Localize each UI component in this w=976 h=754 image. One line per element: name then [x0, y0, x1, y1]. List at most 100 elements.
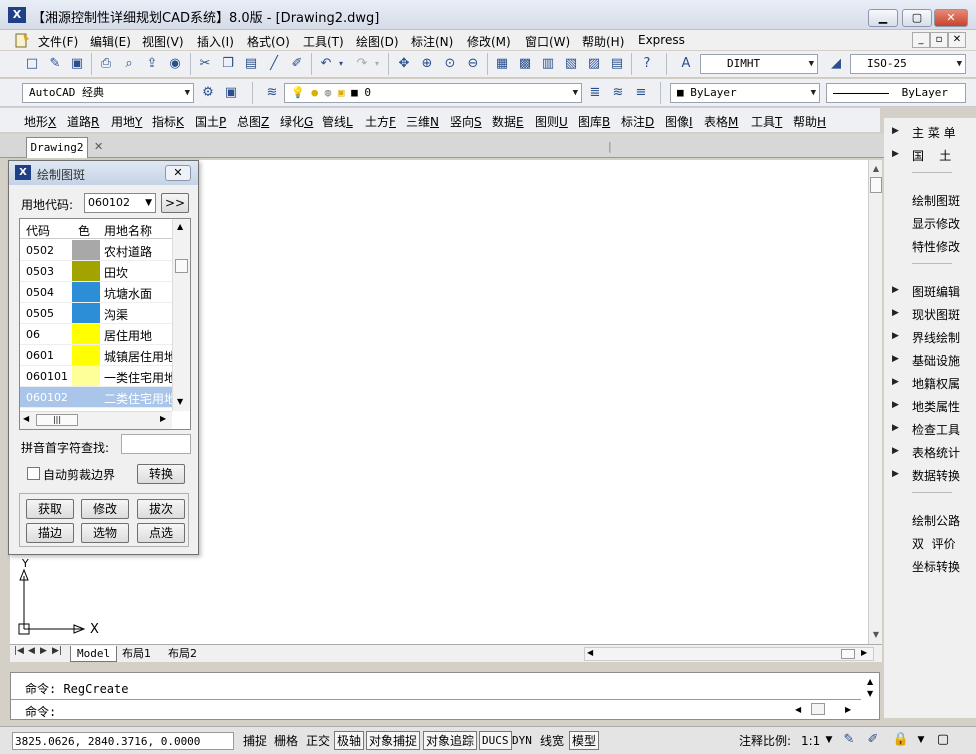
- prev-layout-icon[interactable]: ◀: [28, 646, 35, 656]
- tool-palettes-icon[interactable]: ▥: [538, 54, 558, 74]
- block-editor-icon[interactable]: ✐: [287, 54, 307, 74]
- zoom-previous-icon[interactable]: ⊖: [463, 54, 483, 74]
- paste-icon[interactable]: ▤: [241, 54, 261, 74]
- status-toggle-6[interactable]: DUCS: [479, 731, 512, 750]
- cmd-scroll-down-icon[interactable]: ▼: [867, 689, 873, 698]
- outline-button[interactable]: 描边: [26, 523, 74, 543]
- text-style-icon[interactable]: A: [676, 54, 696, 74]
- scroll-down-icon[interactable]: ▼: [869, 628, 883, 642]
- command-4[interactable]: 国土P: [195, 113, 226, 130]
- sheet-set-icon[interactable]: ▧: [561, 54, 581, 74]
- get-button[interactable]: 获取: [26, 499, 74, 519]
- print-preview-icon[interactable]: ⌕: [119, 54, 139, 74]
- point-select-button[interactable]: 点选: [137, 523, 185, 543]
- publish-icon[interactable]: ⇪: [142, 54, 162, 74]
- command-window[interactable]: 命令: RegCreate 命令: ▲ ▼ ◀ ▶: [10, 672, 880, 720]
- coordinate-readout[interactable]: 3825.0626, 2840.3716, 0.0000: [12, 732, 234, 750]
- auto-clip-checkbox[interactable]: [27, 467, 40, 480]
- next-layout-icon[interactable]: ▶: [40, 646, 47, 656]
- panel-item[interactable]: 主 菜 单: [912, 124, 956, 141]
- expand-button[interactable]: >>: [161, 193, 189, 213]
- minimize-button[interactable]: ▁: [868, 9, 898, 27]
- undo-dropdown-icon[interactable]: ▾: [336, 54, 346, 74]
- maximize-button[interactable]: ▢: [902, 9, 932, 27]
- command-8[interactable]: 土方F: [365, 113, 396, 130]
- save-icon[interactable]: ▣: [67, 54, 87, 74]
- make-current-layer-icon[interactable]: ≣: [585, 83, 605, 103]
- menu-express[interactable]: Express: [638, 33, 685, 47]
- modify-button[interactable]: 修改: [81, 499, 129, 519]
- menu-dimension[interactable]: 标注(N): [411, 33, 453, 50]
- zoom-realtime-icon[interactable]: ⊕: [417, 54, 437, 74]
- table-row[interactable]: 0505 沟渠: [20, 303, 172, 324]
- table-row[interactable]: 0503 田坎: [20, 261, 172, 282]
- first-layout-icon[interactable]: |◀: [14, 646, 24, 656]
- clean-screen-icon[interactable]: ▢: [934, 731, 952, 749]
- scroll-up-icon[interactable]: ▲: [869, 162, 883, 176]
- panel-item[interactable]: 绘制图斑: [912, 192, 960, 209]
- canvas-horizontal-scrollbar[interactable]: ◀ ▶: [584, 647, 874, 661]
- layer-states-icon[interactable]: ≡: [631, 83, 651, 103]
- menu-edit[interactable]: 编辑(E): [90, 33, 131, 50]
- new-file-icon[interactable]: □: [22, 54, 42, 74]
- panel-item[interactable]: 国 土: [912, 147, 951, 164]
- command-14[interactable]: 标注D: [621, 113, 654, 130]
- scroll-left-icon[interactable]: ◀: [587, 648, 593, 657]
- mdi-restore-button[interactable]: ▫: [930, 32, 948, 48]
- match-properties-icon[interactable]: ╱: [264, 54, 284, 74]
- document-tab[interactable]: Drawing2: [26, 137, 88, 158]
- status-toggle-9[interactable]: 模型: [569, 731, 600, 750]
- auto-scale-icon[interactable]: ✐: [864, 731, 882, 749]
- table-row[interactable]: 0502 农村道路: [20, 240, 172, 261]
- menu-help[interactable]: 帮助(H): [582, 33, 624, 50]
- status-toggle-8[interactable]: 线宽: [537, 731, 567, 750]
- panel-item[interactable]: 数据转换: [912, 467, 960, 484]
- land-code-select[interactable]: 060102 ▼: [84, 193, 156, 213]
- command-17[interactable]: 工具T: [751, 113, 782, 130]
- table-row[interactable]: 0504 坑塘水面: [20, 282, 172, 303]
- column-header-color[interactable]: 色: [78, 222, 90, 239]
- panel-item[interactable]: 基础设施: [912, 352, 960, 369]
- layout-tab-1[interactable]: 布局1: [116, 646, 157, 662]
- panel-item[interactable]: 界线绘制: [912, 329, 960, 346]
- print-icon[interactable]: ⎙: [96, 54, 116, 74]
- panel-item[interactable]: 检查工具: [912, 421, 960, 438]
- panel-item[interactable]: 特性修改: [912, 238, 960, 255]
- web-publish-icon[interactable]: ◉: [165, 54, 185, 74]
- close-button[interactable]: ✕: [934, 9, 968, 27]
- command-0[interactable]: 地形X: [24, 113, 56, 130]
- command-7[interactable]: 管线L: [322, 113, 353, 130]
- command-9[interactable]: 三维N: [406, 113, 439, 130]
- column-header-code[interactable]: 代码: [26, 222, 50, 239]
- panel-item[interactable]: 坐标转换: [912, 558, 960, 575]
- status-toggle-0[interactable]: 捕捉: [240, 731, 270, 750]
- panel-item[interactable]: 双 评价: [912, 535, 956, 552]
- command-prompt[interactable]: 命令:: [25, 703, 56, 720]
- layout-tab-model[interactable]: Model: [70, 646, 118, 662]
- command-5[interactable]: 总图Z: [237, 113, 269, 130]
- drawing-document-icon[interactable]: [14, 31, 30, 48]
- layer-combo[interactable]: 💡 ● ◍ ▣ ■ 0 ▼: [284, 83, 582, 103]
- menu-format[interactable]: 格式(O): [247, 33, 290, 50]
- dialog-close-button[interactable]: ✕: [165, 165, 191, 181]
- command-12[interactable]: 图则U: [535, 113, 568, 130]
- cmd-scroll-up-icon[interactable]: ▲: [867, 677, 873, 686]
- menu-insert[interactable]: 插入(I): [197, 33, 234, 50]
- command-11[interactable]: 数据E: [492, 113, 524, 130]
- scroll-up-icon[interactable]: ▲: [177, 222, 183, 231]
- menu-tools[interactable]: 工具(T): [303, 33, 344, 50]
- status-toggle-4[interactable]: 对象捕捉: [366, 731, 421, 750]
- hscroll-thumb[interactable]: [841, 649, 855, 659]
- zoom-window-icon[interactable]: ⊙: [440, 54, 460, 74]
- chevron-down-icon[interactable]: ▼: [820, 731, 838, 749]
- scroll-right-icon[interactable]: ▶: [160, 414, 166, 423]
- redo-dropdown-icon[interactable]: ▾: [372, 54, 382, 74]
- command-1[interactable]: 道路R: [67, 113, 99, 130]
- layer-manager-icon[interactable]: ≋: [262, 83, 282, 103]
- command-6[interactable]: 绿化G: [280, 113, 313, 130]
- design-center-icon[interactable]: ▩: [515, 54, 535, 74]
- table-hscroll-thumb[interactable]: |||: [36, 414, 78, 426]
- cmd-hscroll-thumb[interactable]: [811, 703, 825, 715]
- status-toggle-5[interactable]: 对象追踪: [423, 731, 478, 750]
- open-file-icon[interactable]: ✎: [45, 54, 65, 74]
